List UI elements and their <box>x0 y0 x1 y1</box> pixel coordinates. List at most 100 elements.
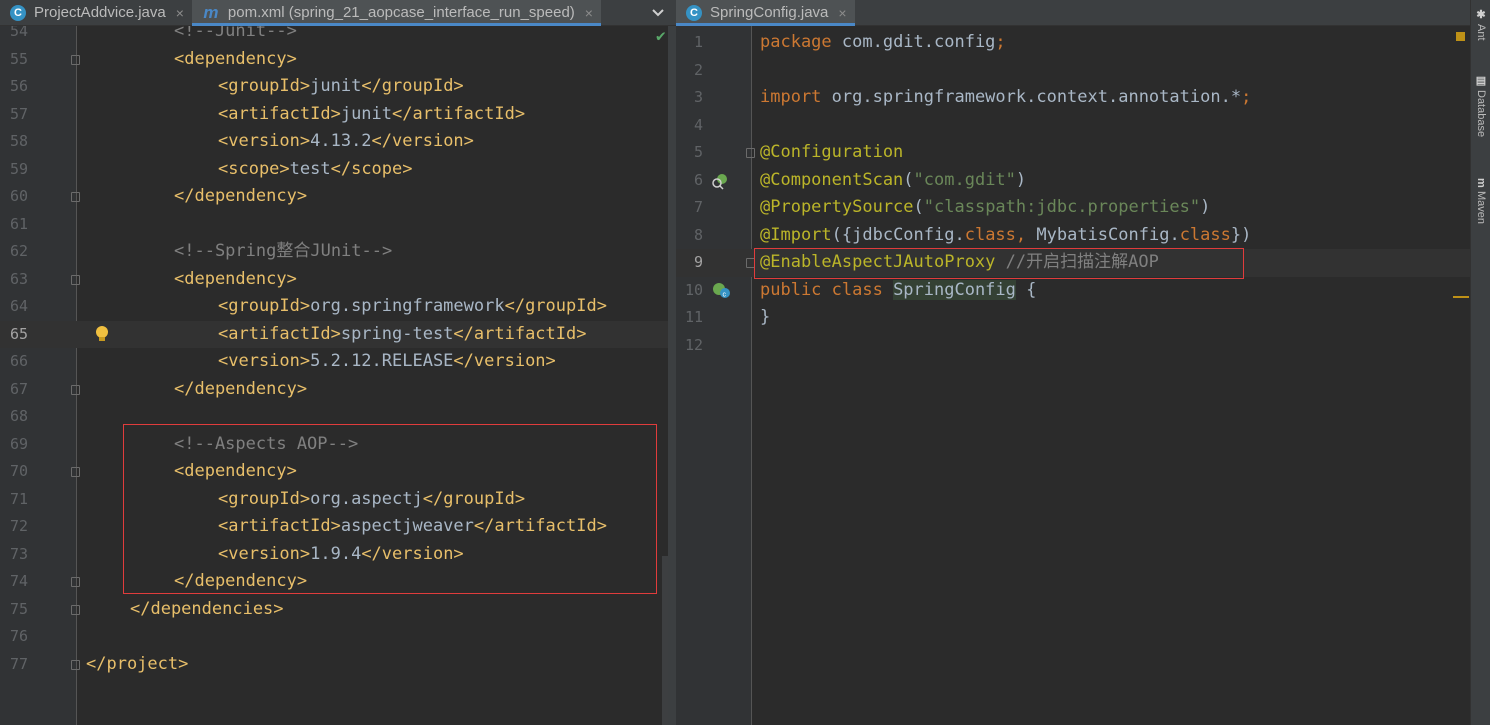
line-number[interactable]: 64 <box>0 293 28 321</box>
code-line[interactable]: 11} <box>676 304 1470 332</box>
fold-marker-icon[interactable] <box>71 192 80 202</box>
code-line[interactable]: 68 <box>0 403 668 431</box>
fold-marker-icon[interactable] <box>71 467 80 477</box>
line-number[interactable]: 72 <box>0 513 28 541</box>
fold-marker-icon[interactable] <box>71 577 80 587</box>
code-line[interactable]: 55 <dependency> <box>0 46 668 74</box>
tool-window-maven[interactable]: m Maven <box>1471 178 1490 224</box>
fold-marker-icon[interactable] <box>71 384 80 395</box>
line-number[interactable]: 12 <box>676 332 703 360</box>
line-number[interactable]: 69 <box>0 431 28 459</box>
spring-bean-class-icon[interactable]: c <box>711 281 731 303</box>
line-number[interactable]: 68 <box>0 403 28 431</box>
code-line[interactable]: 9 @EnableAspectJAutoProxy //开启扫描注解AOP <box>676 249 1470 277</box>
line-number[interactable]: 70 <box>0 458 28 486</box>
line-number[interactable]: 11 <box>676 304 703 332</box>
code-line[interactable]: 67 </dependency> <box>0 376 668 404</box>
chevron-down-icon[interactable] <box>640 0 676 25</box>
fold-marker-icon[interactable] <box>71 54 80 65</box>
line-number[interactable]: 55 <box>0 46 28 74</box>
code-line[interactable]: 57 <artifactId>junit</artifactId> <box>0 101 668 129</box>
code-line[interactable]: 72 <artifactId>aspectjweaver</artifactId> <box>0 513 668 541</box>
tool-window-database[interactable]: ▤ Database <box>1471 74 1490 137</box>
line-number[interactable]: 66 <box>0 348 28 376</box>
line-number[interactable]: 4 <box>676 112 703 140</box>
code-line[interactable]: 5 @Configuration <box>676 139 1470 167</box>
code-line[interactable]: 58 <version>4.13.2</version> <box>0 128 668 156</box>
fold-marker-icon[interactable] <box>71 604 80 615</box>
line-number[interactable]: 54 <box>0 26 28 46</box>
line-number[interactable]: 2 <box>676 57 703 85</box>
fold-marker-icon[interactable] <box>746 258 755 268</box>
code-line[interactable]: 75 </dependencies> <box>0 596 668 624</box>
line-number[interactable]: 71 <box>0 486 28 514</box>
code-line[interactable]: 76 <box>0 623 668 651</box>
code-line[interactable]: 3 import org.springframework.context.anno… <box>676 84 1470 112</box>
code-line[interactable]: 7 @PropertySource("classpath:jdbc.propert… <box>676 194 1470 222</box>
code-line[interactable]: 4 <box>676 112 1470 140</box>
code-line[interactable]: 73 <version>1.9.4</version> <box>0 541 668 569</box>
code-line[interactable]: 2 <box>676 57 1470 85</box>
code-line[interactable]: 70 <dependency> <box>0 458 668 486</box>
tab-spring-config[interactable]: C SpringConfig.java × <box>676 0 855 26</box>
line-number[interactable]: 75 <box>0 596 28 624</box>
warning-marker[interactable] <box>1456 32 1465 41</box>
code-line[interactable]: 56 <groupId>junit</groupId> <box>0 73 668 101</box>
line-number[interactable]: 67 <box>0 376 28 404</box>
line-number[interactable]: 8 <box>676 222 703 250</box>
line-number[interactable]: 59 <box>0 156 28 184</box>
code-line[interactable]: 71 <groupId>org.aspectj</groupId> <box>0 486 668 514</box>
fold-marker-icon[interactable] <box>746 148 755 158</box>
fold-marker-icon[interactable] <box>71 659 80 670</box>
right-editor-spring-config[interactable]: 1 package com.gdit.config; 2 3 import org.sp… <box>676 26 1470 725</box>
line-number[interactable]: 65 <box>0 321 28 349</box>
code-line[interactable]: 59 <scope>test</scope> <box>0 156 668 184</box>
close-icon[interactable]: × <box>176 5 184 21</box>
line-number[interactable]: 57 <box>0 101 28 129</box>
code-line[interactable]: 1 package com.gdit.config; <box>676 29 1470 57</box>
spring-bean-scan-icon[interactable] <box>711 172 729 194</box>
line-number[interactable]: 76 <box>0 623 28 651</box>
line-number[interactable]: 9 <box>676 249 703 277</box>
line-number[interactable]: 63 <box>0 266 28 294</box>
line-number[interactable]: 60 <box>0 183 28 211</box>
code-line[interactable]: 69 <!--Aspects AOP--> <box>0 431 668 459</box>
code-line[interactable]: 64 <groupId>org.springframework</groupId> <box>0 293 668 321</box>
code-line[interactable]: 62 <!--Spring整合JUnit--> <box>0 238 668 266</box>
line-number[interactable]: 5 <box>676 139 703 167</box>
code-line[interactable]: 74 </dependency> <box>0 568 668 596</box>
code-line[interactable]: 61 <box>0 211 668 239</box>
close-icon[interactable]: × <box>585 5 593 21</box>
line-number[interactable]: 3 <box>676 84 703 112</box>
line-number[interactable]: 10 <box>676 277 703 305</box>
line-number[interactable]: 6 <box>676 167 703 195</box>
tab-project-addvice[interactable]: C ProjectAddvice.java × <box>0 0 192 25</box>
close-icon[interactable]: × <box>838 5 846 21</box>
code-line[interactable]: 8 @Import({jdbcConfig.class, MybatisConfi… <box>676 222 1470 250</box>
tab-pom-xml[interactable]: m pom.xml (spring_21_aopcase_interface_r… <box>191 0 602 26</box>
line-number[interactable]: 77 <box>0 651 28 679</box>
line-number[interactable]: 1 <box>676 29 703 57</box>
usage-marker[interactable] <box>1453 296 1469 298</box>
tool-window-ant[interactable]: ✱ Ant <box>1471 8 1490 41</box>
editor-splitter[interactable] <box>668 26 676 725</box>
code-line[interactable]: 12 <box>676 332 1470 360</box>
line-number[interactable]: 58 <box>0 128 28 156</box>
code-line[interactable]: 10 public class SpringConfig { <box>676 277 1470 305</box>
fold-marker-icon[interactable] <box>71 274 80 285</box>
code-line[interactable]: 60 </dependency> <box>0 183 668 211</box>
code-line[interactable]: 6 @ComponentScan("com.gdit") <box>676 167 1470 195</box>
line-number[interactable]: 73 <box>0 541 28 569</box>
lightbulb-icon[interactable] <box>95 325 109 343</box>
line-number[interactable]: 62 <box>0 238 28 266</box>
code-line[interactable]: 54 <!--Junit--> <box>0 26 668 46</box>
line-number[interactable]: 7 <box>676 194 703 222</box>
code-line[interactable]: 63 <dependency> <box>0 266 668 294</box>
line-number[interactable]: 56 <box>0 73 28 101</box>
code-line[interactable]: 66 <version>5.2.12.RELEASE</version> <box>0 348 668 376</box>
code-line[interactable]: 77 </project> <box>0 651 668 679</box>
left-editor-pom[interactable]: 54 <!--Junit--> 55 <dependency> 56 <groupId>j… <box>0 26 668 725</box>
inspection-ok-icon[interactable]: ✔ <box>656 26 666 45</box>
line-number[interactable]: 61 <box>0 211 28 239</box>
line-number[interactable]: 74 <box>0 568 28 596</box>
